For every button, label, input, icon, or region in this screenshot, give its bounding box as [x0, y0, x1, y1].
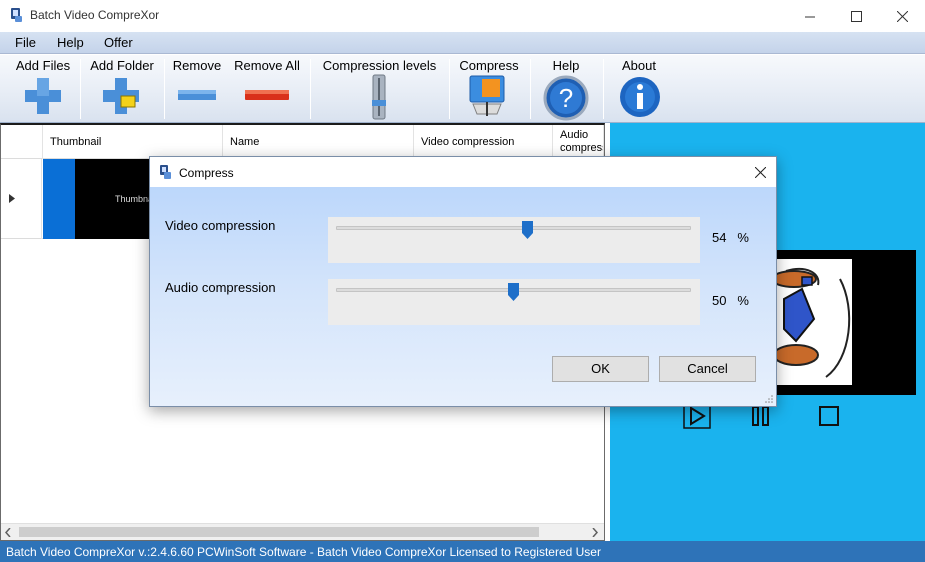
menu-file[interactable]: File	[15, 35, 36, 50]
status-bar: Batch Video CompreXor v.:2.4.6.60 PCWinS…	[0, 541, 925, 562]
compress-button[interactable]: Compress	[452, 55, 526, 123]
column-header-audio-compression[interactable]: Audio compress	[553, 125, 604, 159]
dialog-body: Video compression 54 % Audio compression…	[150, 187, 776, 406]
current-row-arrow-icon	[9, 194, 15, 203]
thumbnail-selection-strip	[43, 159, 75, 239]
menu-help[interactable]: Help	[57, 35, 84, 50]
horizontal-scrollbar[interactable]	[1, 523, 604, 540]
menu-bar: File Help Offer	[0, 32, 925, 54]
close-icon	[896, 10, 908, 22]
toolbar: Add Files Add Folder Remove Remove All C…	[0, 55, 925, 123]
video-slider-thumb[interactable]	[522, 221, 534, 239]
add-folder-icon	[103, 78, 139, 114]
scroll-right-icon[interactable]	[592, 528, 598, 537]
remove-all-icon	[245, 90, 289, 100]
compress-icon	[469, 75, 505, 116]
audio-percent-sign: %	[737, 293, 749, 308]
audio-compression-value: 50 %	[712, 293, 749, 308]
ok-button[interactable]: OK	[552, 356, 649, 382]
audio-slider-thumb[interactable]	[508, 283, 519, 301]
audio-compression-label: Audio compression	[165, 280, 276, 295]
compression-levels-button[interactable]: Compression levels	[313, 55, 446, 123]
add-folder-label: Add Folder	[90, 58, 154, 73]
info-icon	[620, 77, 660, 117]
minimize-icon	[804, 16, 815, 17]
video-compression-number: 54	[712, 230, 727, 245]
video-compression-value: 54 %	[712, 230, 749, 245]
scroll-left-icon[interactable]	[5, 528, 11, 537]
maximize-icon	[850, 10, 862, 22]
video-compression-slider[interactable]	[328, 217, 700, 263]
audio-compression-slider[interactable]	[328, 279, 700, 325]
minus-icon	[178, 90, 216, 100]
video-percent-sign: %	[737, 230, 749, 245]
svg-text:?: ?	[559, 83, 573, 113]
audio-compression-number: 50	[712, 293, 727, 308]
help-icon: ?	[543, 75, 589, 121]
menu-offer[interactable]: Offer	[104, 35, 133, 50]
add-folder-button[interactable]: Add Folder	[84, 55, 160, 123]
row-header-corner	[1, 125, 43, 159]
cancel-button[interactable]: Cancel	[659, 356, 756, 382]
compression-levels-label: Compression levels	[322, 58, 437, 73]
remove-button[interactable]: Remove	[167, 55, 227, 123]
stop-icon[interactable]	[819, 406, 839, 426]
about-label: About	[622, 58, 656, 73]
video-preview	[766, 250, 916, 395]
add-files-button[interactable]: Add Files	[8, 55, 78, 123]
window-title: Batch Video CompreXor	[30, 8, 160, 22]
preview-frame-image	[766, 259, 852, 385]
slider-icon	[372, 74, 386, 120]
dialog-close-icon[interactable]	[755, 167, 766, 178]
resize-grip-icon[interactable]	[765, 395, 773, 403]
dialog-title-bar: Compress	[150, 157, 776, 187]
app-icon	[11, 8, 22, 22]
plus-icon	[25, 78, 61, 114]
dialog-title: Compress	[179, 166, 234, 180]
grid-header: Thumbnail Name Video compression Audio c…	[1, 125, 604, 159]
column-header-thumbnail[interactable]: Thumbnail	[43, 125, 223, 159]
remove-all-button[interactable]: Remove All	[229, 55, 305, 123]
row-selector[interactable]	[1, 159, 42, 239]
compress-dialog: Compress Video compression 54 % Audio co…	[149, 156, 777, 407]
remove-all-label: Remove All	[234, 58, 300, 73]
compress-label: Compress	[459, 58, 519, 73]
about-button[interactable]: About	[606, 55, 672, 123]
pause-icon[interactable]	[751, 406, 771, 426]
remove-label: Remove	[172, 58, 222, 73]
column-header-name[interactable]: Name	[223, 125, 414, 159]
minimize-button[interactable]	[787, 0, 833, 32]
video-slider-track	[336, 226, 691, 230]
help-label: Help	[552, 58, 580, 73]
help-button[interactable]: Help ?	[533, 55, 599, 123]
add-files-label: Add Files	[15, 58, 71, 73]
maximize-button[interactable]	[833, 0, 879, 32]
close-button[interactable]	[879, 0, 925, 32]
title-bar: Batch Video CompreXor	[0, 0, 925, 32]
video-compression-label: Video compression	[165, 218, 276, 233]
dialog-app-icon	[160, 165, 171, 179]
column-header-video-compression[interactable]: Video compression	[414, 125, 553, 159]
scrollbar-thumb[interactable]	[19, 527, 539, 537]
